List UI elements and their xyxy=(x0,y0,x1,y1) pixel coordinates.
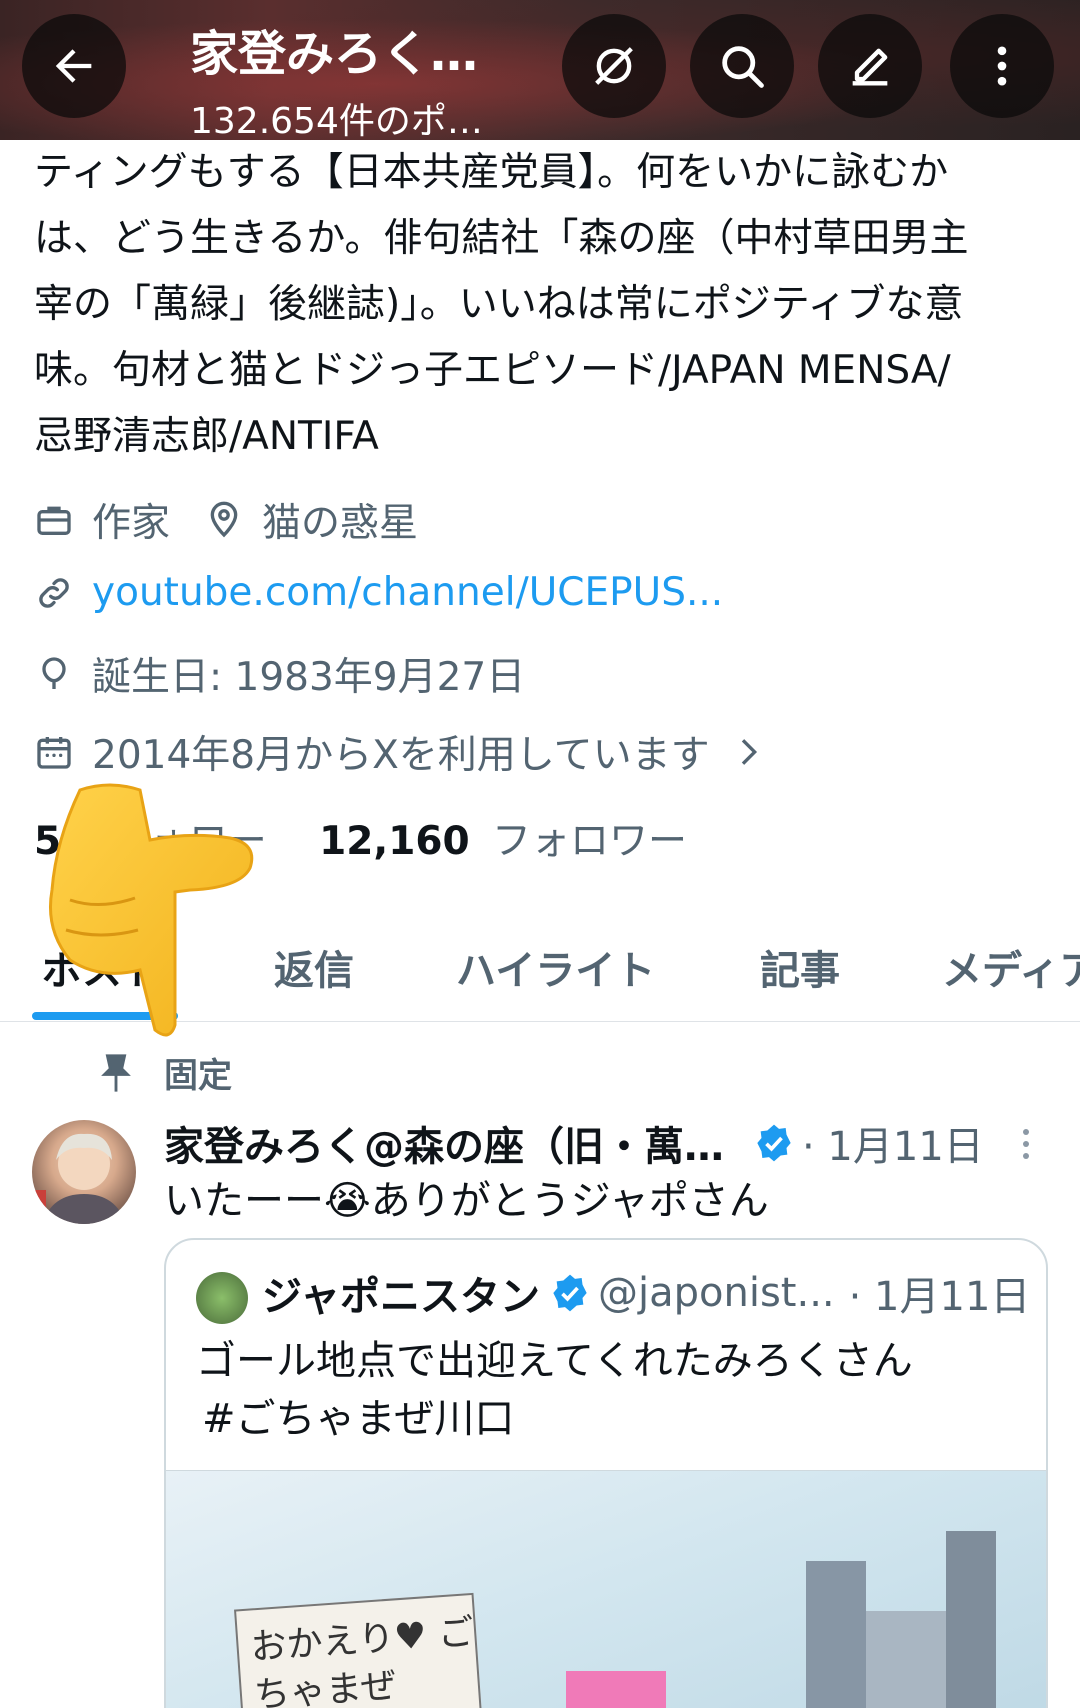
building-shape xyxy=(866,1611,946,1708)
pencil-icon xyxy=(852,48,888,86)
calendar-icon xyxy=(37,737,71,769)
tab-replies[interactable]: 返信 xyxy=(274,938,354,996)
balloon-icon xyxy=(42,657,66,689)
pointing-hand-emoji xyxy=(48,783,254,1037)
profile-website-link[interactable]: youtube.com/channel/UCEPUS... xyxy=(92,570,723,615)
bio-line: 味。句材と猫とドジっ子エピソード/JAPAN MENSA/ xyxy=(34,348,951,393)
quoted-author-name: ジャポニスタン xyxy=(262,1274,540,1320)
link-icon xyxy=(39,577,69,608)
quoted-post-hashtag[interactable]: #ごちゃまぜ川口 xyxy=(196,1390,913,1448)
quoted-post-text: ゴール地点で出迎えてくれたみろくさん #ごちゃまぜ川口 xyxy=(196,1332,913,1448)
bio-line: は、どう生きるか。俳句結社「森の座（中村草田男主 xyxy=(34,216,969,261)
banner-shape xyxy=(566,1671,666,1708)
post-header: 家登みろく@森の座（旧・萬… · 1月11日 xyxy=(164,1114,984,1172)
quoted-author-avatar xyxy=(196,1272,248,1324)
pin-icon xyxy=(101,1053,131,1092)
profile-job: 作家 xyxy=(92,501,171,546)
building-shape xyxy=(946,1531,996,1708)
profile-meta-joined[interactable]: 2014年8月からXを利用しています xyxy=(34,724,786,780)
tab-articles[interactable]: 記事 xyxy=(760,938,840,996)
verified-badge-icon xyxy=(553,1274,587,1312)
quoted-post-image[interactable]: おかえり♥ ごちゃまぜ xyxy=(166,1470,1046,1708)
quoted-post-timestamp: · 1月11日 xyxy=(848,1274,1031,1320)
search-icon xyxy=(722,46,764,88)
quoted-post-header: ジャポニスタン @japonist... · 1月11日 xyxy=(262,1264,1030,1322)
bio-line: 宰の「萬緑」後継誌)」。いいねは常にポジティブな意 xyxy=(34,282,964,327)
profile-meta-link: youtube.com/channel/UCEPUS... xyxy=(34,570,723,615)
edit-button[interactable] xyxy=(818,14,922,118)
bio-line: 忌野清志郎/ANTIFA xyxy=(34,414,379,459)
profile-bio: ティングもする【日本共産党員】。何をいかに詠むか は、どう生きるか。俳句結社「森… xyxy=(34,140,1054,470)
briefcase-icon xyxy=(37,506,71,535)
handwritten-sign: おかえり♥ ごちゃまぜ xyxy=(234,1592,486,1708)
chevron-right-icon xyxy=(741,739,757,765)
profile-joined-date: 2014年8月からXを利用しています xyxy=(92,733,710,778)
pinned-label: 固定 xyxy=(164,1056,232,1096)
post-timestamp[interactable]: · 1月11日 xyxy=(802,1114,984,1172)
grok-icon xyxy=(595,47,633,85)
profile-meta-job-location: 作家 猫の惑星 xyxy=(34,492,418,548)
avatar[interactable] xyxy=(32,1120,136,1224)
sign-text: おかえり♥ ごちゃまぜ xyxy=(249,1611,476,1708)
post-text: いたーー😭ありがとうジャポさん xyxy=(164,1178,769,1224)
followers-label: フォロワー xyxy=(492,819,688,864)
bio-line: ティングもする【日本共産党員】。何をいかに詠むか xyxy=(34,150,949,195)
back-button[interactable] xyxy=(22,14,126,118)
profile-header: 家登みろく… 132.654件のポ… xyxy=(0,0,1080,140)
more-options-button[interactable] xyxy=(950,14,1054,118)
profile-meta-birthday: 誕生日: 1983年9月27日 xyxy=(34,646,525,702)
header-post-count: 132.654件のポ… xyxy=(190,101,483,140)
building-shape xyxy=(806,1561,866,1708)
tab-media[interactable]: メディア xyxy=(942,938,1080,996)
quoted-post-card[interactable]: ジャポニスタン @japonist... · 1月11日 ゴール地点で出迎えてく… xyxy=(164,1238,1048,1708)
followers-link[interactable]: 12,160 フォロワー xyxy=(319,819,687,864)
more-vertical-icon xyxy=(997,46,1007,86)
quoted-author-handle: @japonist... xyxy=(598,1270,835,1316)
header-title: 家登みろく… xyxy=(190,26,479,82)
tab-highlights[interactable]: ハイライト xyxy=(456,938,655,996)
profile-birthday: 誕生日: 1983年9月27日 xyxy=(92,655,526,700)
search-button[interactable] xyxy=(690,14,794,118)
quoted-post-text-line: ゴール地点で出迎えてくれたみろくさん xyxy=(196,1338,913,1384)
arrow-left-icon xyxy=(55,49,92,83)
grok-button[interactable] xyxy=(562,14,666,118)
post-author-name[interactable]: 家登みろく@森の座（旧・萬… xyxy=(164,1114,744,1172)
verified-badge-icon xyxy=(757,1124,791,1162)
post-more-icon[interactable] xyxy=(1014,1124,1038,1164)
location-pin-icon xyxy=(210,501,238,538)
avatar-photo xyxy=(32,1133,126,1224)
followers-count: 12,160 xyxy=(319,819,470,864)
pinned-indicator: 固定 xyxy=(98,1048,232,1097)
profile-location: 猫の惑星 xyxy=(262,501,419,546)
